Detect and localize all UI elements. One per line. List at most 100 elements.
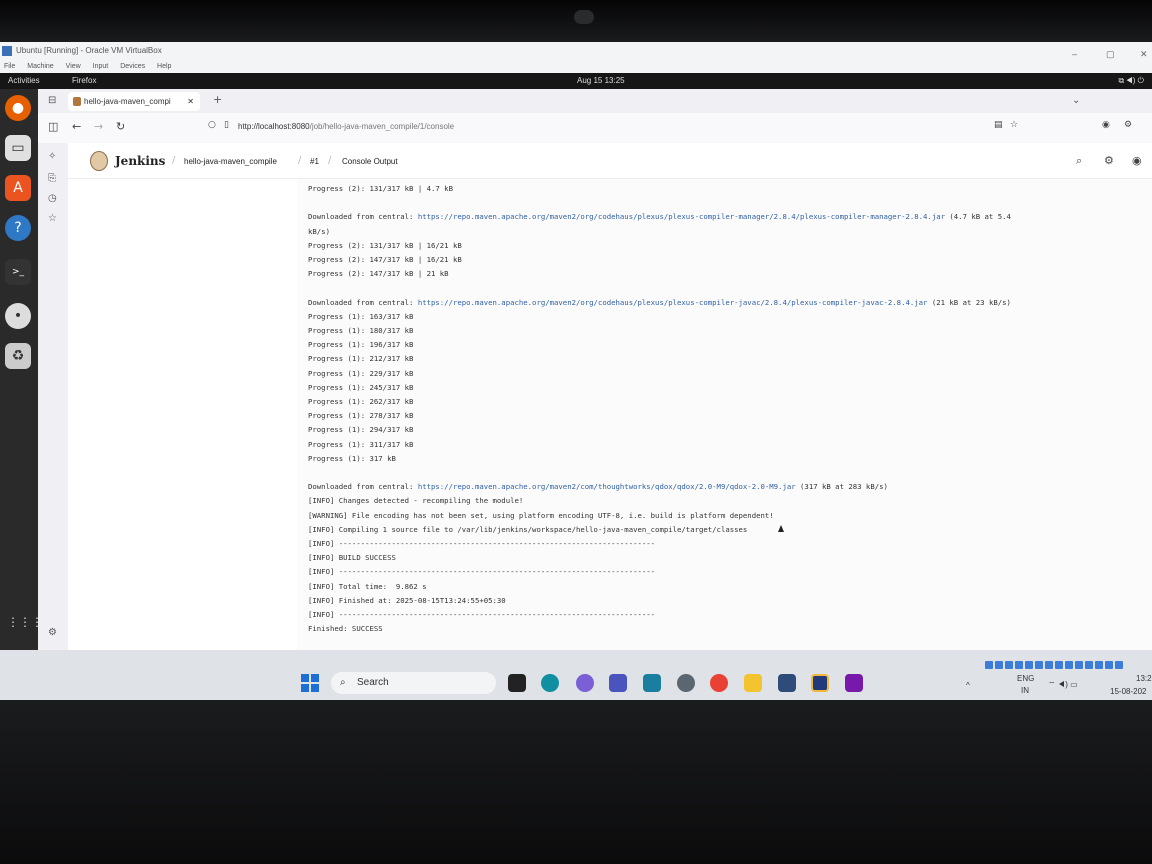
breadcrumb-job[interactable]: hello-java-maven_compile — [184, 157, 277, 166]
ai-sparkle-icon[interactable]: ✧ — [48, 151, 56, 162]
extensions-icon[interactable]: ⚙ — [1124, 120, 1132, 130]
firefox-navbar: ◫ ← → ↻ ○ ▯ http://localhost:8080/job/he… — [38, 113, 1152, 143]
help-icon[interactable]: ? — [5, 215, 31, 241]
console-line-suffix: (21 kB at 23 kB/s) — [927, 297, 1011, 307]
search-icon[interactable]: ⌕ — [1076, 154, 1082, 168]
breadcrumb-build[interactable]: #1 — [310, 157, 319, 166]
manage-jenkins-gear-icon[interactable]: ⚙ — [1104, 154, 1114, 167]
jenkins-brand[interactable]: Jenkins — [115, 154, 165, 168]
language-code[interactable]: ENG — [1017, 674, 1034, 683]
console-line-prefix: Downloaded from central: — [308, 297, 418, 307]
vbox-app-icon — [2, 46, 12, 56]
shield-icon[interactable]: ○ — [208, 120, 216, 130]
console-line: Downloaded from central: https://repo.ma… — [308, 296, 1011, 310]
back-icon[interactable]: ← — [72, 120, 81, 133]
console-line: Finished: SUCCESS — [308, 624, 383, 634]
jenkins-side-panel — [68, 179, 297, 650]
menu-file[interactable]: File — [4, 63, 15, 70]
trash-icon[interactable]: ♻ — [5, 343, 31, 369]
taskbar-search[interactable]: ⌕ Search — [331, 672, 496, 694]
taskbar-date[interactable]: 15-08-202 — [1110, 687, 1146, 696]
terminal-icon[interactable]: >_ — [5, 259, 31, 285]
tray-overflow-icon[interactable]: ^ — [966, 681, 970, 690]
breadcrumb-separator: / — [328, 155, 332, 166]
console-line: Downloaded from central: https://repo.ma… — [308, 210, 1011, 224]
console-line: Progress (1): 317 kB — [308, 453, 396, 463]
monitor-bezel-top — [0, 0, 1152, 42]
reload-icon[interactable]: ↻ — [116, 120, 125, 133]
tab-list-icon[interactable]: ⌄ — [1072, 95, 1080, 106]
software-center-icon[interactable]: A — [5, 175, 31, 201]
onenote-icon[interactable] — [845, 674, 863, 692]
console-line: [INFO] Compiling 1 source file to /var/l… — [308, 524, 748, 534]
disc-icon[interactable]: • — [5, 303, 31, 329]
console-line: Progress (1): 311/317 kB — [308, 439, 414, 449]
ubuntu-topbar: Activities Firefox Aug 15 13:25 ⧉ ◀) ⏻ — [0, 73, 1152, 89]
taskbar-app-icon[interactable] — [508, 674, 526, 692]
menu-view[interactable]: View — [66, 63, 81, 70]
customize-sidebar-icon[interactable]: ⚙ — [48, 627, 57, 638]
vbox-title: Ubuntu [Running] - Oracle VM VirtualBox — [16, 46, 162, 55]
settings-icon[interactable] — [677, 674, 695, 692]
menu-devices[interactable]: Devices — [120, 63, 145, 70]
firefox-icon[interactable]: ● — [5, 95, 31, 121]
console-line: [WARNING] File encoding has not been set… — [308, 510, 774, 520]
synced-tabs-icon[interactable]: ⎘ — [48, 173, 56, 184]
breadcrumb-console[interactable]: Console Output — [342, 157, 398, 166]
forward-icon[interactable]: → — [94, 120, 103, 133]
artifact-link[interactable]: https://repo.maven.apache.org/maven2/org… — [418, 298, 928, 307]
url-bar[interactable]: http://localhost:8080/job/hello-java-mav… — [238, 122, 454, 131]
console-line: Progress (1): 262/317 kB — [308, 397, 414, 407]
files-icon[interactable]: ▭ — [5, 135, 31, 161]
bookmarks-icon[interactable]: ☆ — [48, 213, 57, 224]
windows-start-icon[interactable] — [301, 674, 319, 692]
webcam — [574, 10, 594, 24]
account-icon[interactable]: ◉ — [1102, 120, 1110, 130]
console-line-prefix: Downloaded from central: — [308, 212, 418, 222]
jenkins-logo-icon[interactable] — [90, 151, 108, 171]
edge-icon[interactable] — [541, 674, 559, 692]
wifi-volume-battery-icons[interactable]: ⌔ ◀) ▭ — [1048, 680, 1078, 690]
firefox-tabbar: ⊟ hello-java-maven_compi ✕ + ⌄ — [38, 89, 1152, 113]
mouse-pointer-icon — [778, 525, 784, 532]
menu-input[interactable]: Input — [93, 63, 109, 70]
artifact-link[interactable]: https://repo.maven.apache.org/maven2/org… — [418, 212, 945, 221]
sidebar-toggle-icon[interactable]: ◫ — [48, 120, 58, 133]
tab-close-icon[interactable]: ✕ — [187, 92, 194, 111]
activities-button[interactable]: Activities — [8, 73, 40, 89]
page-icon[interactable]: ▯ — [224, 120, 229, 130]
file-explorer-icon[interactable] — [744, 674, 762, 692]
console-line-suffix: (317 kB at 283 kB/s) — [795, 482, 888, 492]
artifact-link[interactable]: https://repo.maven.apache.org/maven2/com… — [418, 482, 796, 491]
reader-view-icon[interactable]: ▤ — [994, 120, 1003, 130]
monitor-bezel-bottom — [0, 700, 1152, 864]
copilot-icon[interactable] — [576, 674, 594, 692]
virtualbox-window: Ubuntu [Running] - Oracle VM VirtualBox … — [0, 42, 1152, 650]
user-icon[interactable]: ◉ — [1132, 154, 1142, 167]
bookmark-star-icon[interactable]: ☆ — [1010, 120, 1018, 130]
system-tray-icons[interactable]: ⧉ ◀) ⏻ — [1118, 73, 1144, 89]
history-icon[interactable]: ◷ — [48, 193, 57, 204]
taskbar-time[interactable]: 13:2 — [1136, 674, 1152, 683]
new-tab-icon[interactable]: + — [213, 93, 222, 106]
tab-active[interactable]: hello-java-maven_compi ✕ — [68, 92, 200, 111]
console-line: Progress (1): 163/317 kB — [308, 311, 414, 321]
store-icon[interactable] — [643, 674, 661, 692]
url-path: /job/hello-java-maven_compile/1/console — [309, 122, 455, 131]
active-app-label[interactable]: Firefox — [72, 73, 96, 89]
vbox-titlebar: Ubuntu [Running] - Oracle VM VirtualBox … — [0, 42, 1152, 60]
virtualbox-icon[interactable] — [811, 674, 829, 692]
chrome-icon[interactable] — [710, 674, 728, 692]
console-line: Progress (1): 180/317 kB — [308, 326, 414, 336]
region-code[interactable]: IN — [1021, 686, 1029, 695]
vscode-icon[interactable] — [778, 674, 796, 692]
breadcrumb-separator: / — [172, 155, 176, 166]
console-line-prefix: Downloaded from central: — [308, 482, 418, 492]
console-line: Downloaded from central: https://repo.ma… — [308, 480, 1011, 494]
menu-help[interactable]: Help — [157, 63, 171, 70]
console-line: [INFO] BUILD SUCCESS — [308, 553, 396, 563]
firefox-view-icon[interactable]: ⊟ — [48, 95, 56, 106]
menu-machine[interactable]: Machine — [27, 63, 53, 70]
topbar-clock[interactable]: Aug 15 13:25 — [577, 73, 625, 89]
teams-icon[interactable] — [609, 674, 627, 692]
